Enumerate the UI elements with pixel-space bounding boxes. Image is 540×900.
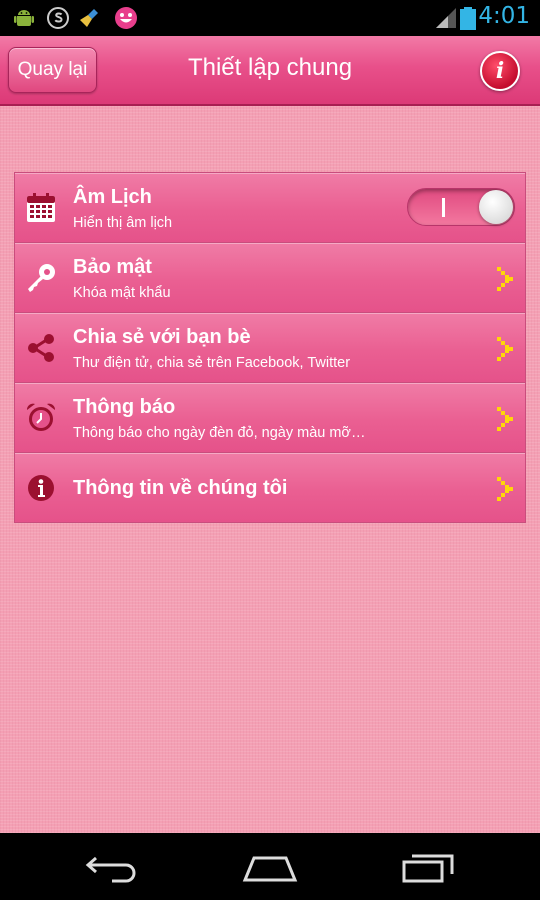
recents-nav-icon[interactable] [398,850,458,884]
info-button[interactable]: i [480,51,520,91]
calendar-icon [27,193,55,222]
settings-list: Âm Lịch Hiển thị âm lịch Bảo mật Khóa mậ… [14,172,526,523]
broom-icon [80,9,98,27]
chevron-right-icon [497,477,513,501]
settings-item-lunar-calendar[interactable]: Âm Lịch Hiển thị âm lịch [15,173,525,243]
navigation-bar [0,833,540,900]
item-title: Bảo mật [73,256,152,278]
item-subtitle: Hiển thị âm lịch [73,215,173,231]
signal-icon [436,8,456,28]
settings-item-about[interactable]: Thông tin về chúng tôi [15,453,525,522]
status-bar: 4:01 [0,0,540,36]
battery-icon [460,7,476,30]
smiley-icon [115,7,137,29]
settings-item-security[interactable]: Bảo mật Khóa mật khẩu [15,243,525,313]
chevron-right-icon [497,267,513,291]
item-title: Âm Lịch [73,186,152,208]
settings-background: Âm Lịch Hiển thị âm lịch Bảo mật Khóa mậ… [0,106,540,833]
settings-item-notifications[interactable]: Thông báo Thông báo cho ngày đèn đỏ, ngà… [15,383,525,453]
page-title: Thiết lập chung [187,54,353,81]
toggle-knob[interactable] [479,190,513,224]
item-subtitle: Thông báo cho ngày đèn đỏ, ngày màu mỡ… [73,425,366,441]
info-circle-icon [28,475,54,501]
settings-item-share[interactable]: Chia sẻ với bạn bè Thư điện tử, chia sẻ … [15,313,525,383]
share-icon [28,334,54,362]
item-subtitle: Khóa mật khẩu [73,285,171,301]
back-nav-icon[interactable] [82,850,142,884]
chevron-right-icon [497,407,513,431]
back-button[interactable]: Quay lại [8,47,97,93]
item-subtitle: Thư điện tử, chia sẻ trên Facebook, Twit… [73,355,351,371]
lunar-calendar-toggle[interactable] [407,188,515,226]
app-root: 4:01 Quay lại Thiết lập chung i Âm Lịch … [0,0,540,900]
toggle-on-indicator [442,198,445,217]
item-title: Thông tin về chúng tôi [73,477,288,499]
item-title: Thông báo [73,396,176,418]
clock: 4:01 [478,3,530,29]
android-debug-icon [14,10,34,26]
home-nav-icon[interactable] [240,850,300,884]
s-app-icon [47,7,69,29]
chevron-right-icon [497,337,513,361]
key-icon [28,264,55,292]
item-title: Chia sẻ với bạn bè [73,326,251,348]
alarm-clock-icon [26,403,56,431]
app-header: Quay lại Thiết lập chung i [0,36,540,106]
